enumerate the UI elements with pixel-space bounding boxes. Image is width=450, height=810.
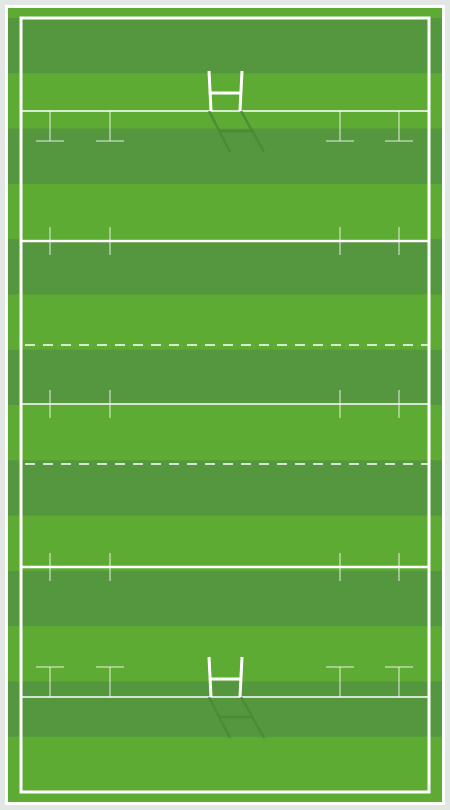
pitch-stripe	[8, 128, 442, 185]
pitch-stripe	[8, 515, 442, 572]
pitch-stripe	[8, 736, 442, 793]
pitch-stripe	[8, 73, 442, 130]
pitch-stripe	[8, 570, 442, 627]
goal-post-top-right-upright	[238, 70, 244, 112]
pitch-stripe	[8, 183, 442, 240]
pitch-stripe	[8, 460, 442, 517]
goal-post-top-left-upright	[207, 70, 213, 112]
pitch-stripes	[8, 8, 442, 802]
pitch-stripe	[8, 626, 442, 682]
goal-post-bottom-right-upright	[238, 656, 244, 698]
pitch-stripe	[8, 294, 442, 351]
pitch-stripe	[8, 239, 442, 295]
pitch-stripe	[8, 349, 442, 406]
pitch-stripe	[8, 18, 442, 74]
pitch-stripe	[8, 405, 442, 461]
goal-post-bottom-left-upright	[207, 656, 213, 698]
rugby-pitch	[0, 0, 450, 810]
